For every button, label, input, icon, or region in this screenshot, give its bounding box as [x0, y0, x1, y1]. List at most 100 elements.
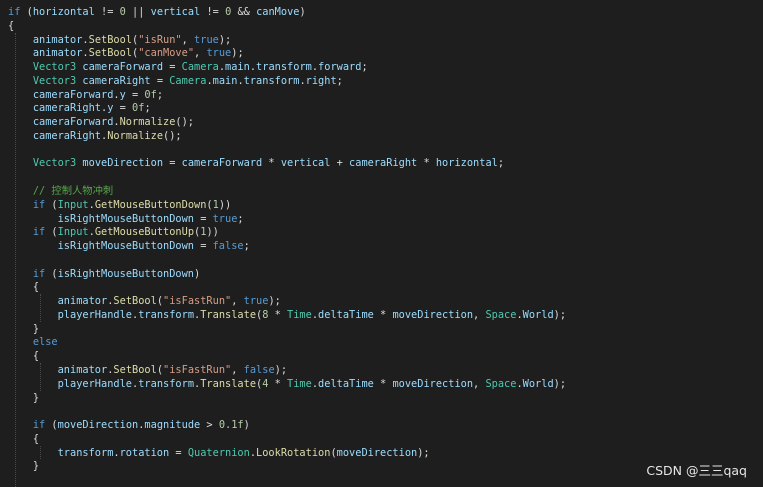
code-token: * — [373, 308, 393, 321]
code-token: isRightMouseButtonDown — [57, 212, 194, 225]
code-token: Translate — [200, 377, 257, 390]
code-token: transform — [243, 74, 300, 87]
code-token: = — [163, 157, 182, 170]
code-token: Vector3 — [32, 157, 77, 170]
code-token: if — [32, 226, 46, 239]
code-token: transform — [57, 446, 114, 459]
code-line: cameraForward.Normalize(); — [8, 115, 194, 129]
code-token: ( — [45, 226, 58, 239]
code-token: = — [194, 240, 213, 253]
code-token: ); — [218, 33, 232, 46]
code-token: cameraRight — [32, 102, 102, 115]
code-token: moveDirection — [82, 157, 164, 170]
code-token: , — [231, 364, 244, 377]
code-token: { — [32, 432, 40, 445]
code-token: cameraForward — [82, 61, 164, 74]
code-line: animator.SetBool("isFastRun", true); — [8, 294, 281, 308]
code-token: forward — [318, 61, 362, 74]
code-token: = — [194, 212, 213, 225]
code-editor[interactable]: if (horizontal != 0 || vertical != 0 && … — [0, 0, 763, 487]
code-token: deltaTime — [318, 377, 374, 390]
code-token: * — [417, 157, 436, 170]
code-token: * — [373, 377, 393, 390]
code-line: isRightMouseButtonDown = true; — [8, 212, 244, 226]
code-token: Space — [485, 377, 517, 390]
code-token: World — [522, 377, 554, 390]
code-token: ; — [237, 212, 244, 225]
code-line: cameraRight.y = 0f; — [8, 101, 151, 115]
code-line: // 控制人物冲刺 — [8, 184, 113, 198]
code-token: main — [225, 61, 250, 74]
code-token: cameraForward — [181, 157, 263, 170]
code-token: , — [231, 295, 244, 308]
code-token: Quaternion — [187, 446, 250, 459]
code-token: canMove — [256, 6, 300, 18]
code-token: ); — [274, 364, 288, 377]
code-token: SetBool — [113, 364, 157, 377]
code-token: right — [305, 74, 337, 87]
code-token: * — [262, 157, 281, 170]
code-token: Normalize — [119, 116, 176, 129]
code-token: "isFastRun" — [163, 295, 232, 308]
code-token: , — [181, 33, 195, 46]
code-token: false — [243, 364, 275, 377]
code-token: ); — [553, 377, 567, 390]
code-line: } — [8, 322, 39, 336]
code-line: else — [8, 335, 58, 349]
code-token: } — [32, 391, 40, 404]
code-token: = — [150, 74, 170, 87]
code-token: )) — [206, 226, 219, 239]
code-token: = — [163, 61, 182, 74]
code-token: ( — [45, 267, 58, 280]
code-token: ); — [268, 295, 281, 308]
code-token: true — [212, 212, 238, 225]
code-token: true — [206, 47, 232, 60]
code-token: ( — [45, 198, 58, 211]
code-token: , — [473, 377, 486, 390]
code-token: { — [8, 19, 15, 32]
code-token: magnitude — [144, 419, 201, 432]
code-token: transform — [138, 377, 195, 390]
code-token: 0f — [132, 102, 145, 115]
code-token: > — [200, 419, 219, 432]
code-token: cameraForward — [32, 116, 114, 129]
code-token: , — [473, 308, 486, 321]
code-token: ; — [361, 61, 368, 74]
code-token: != — [200, 6, 226, 18]
code-token: 0.1f — [218, 419, 244, 432]
code-token: cameraRight — [82, 74, 151, 87]
code-token: ) — [194, 267, 201, 280]
code-token: Input — [57, 198, 89, 211]
code-token: } — [32, 322, 40, 335]
code-token: // 控制人物冲刺 — [32, 185, 114, 197]
code-line: Vector3 cameraRight = Camera.main.transf… — [8, 74, 343, 88]
code-token: (); — [175, 116, 195, 129]
code-token: Time — [287, 308, 312, 321]
code-token: Camera — [169, 74, 207, 87]
code-token: GetMouseButtonDown — [94, 198, 207, 211]
code-token: "isRun" — [138, 33, 182, 46]
code-line: { — [8, 19, 14, 33]
code-token: = — [125, 88, 145, 101]
code-line: if (Input.GetMouseButtonDown(1)) — [8, 198, 231, 212]
code-token: cameraForward — [32, 88, 114, 101]
code-token: = — [169, 446, 188, 459]
code-token: } — [32, 460, 40, 473]
code-line: cameraRight.Normalize(); — [8, 129, 182, 143]
code-line: isRightMouseButtonDown = false; — [8, 239, 250, 253]
